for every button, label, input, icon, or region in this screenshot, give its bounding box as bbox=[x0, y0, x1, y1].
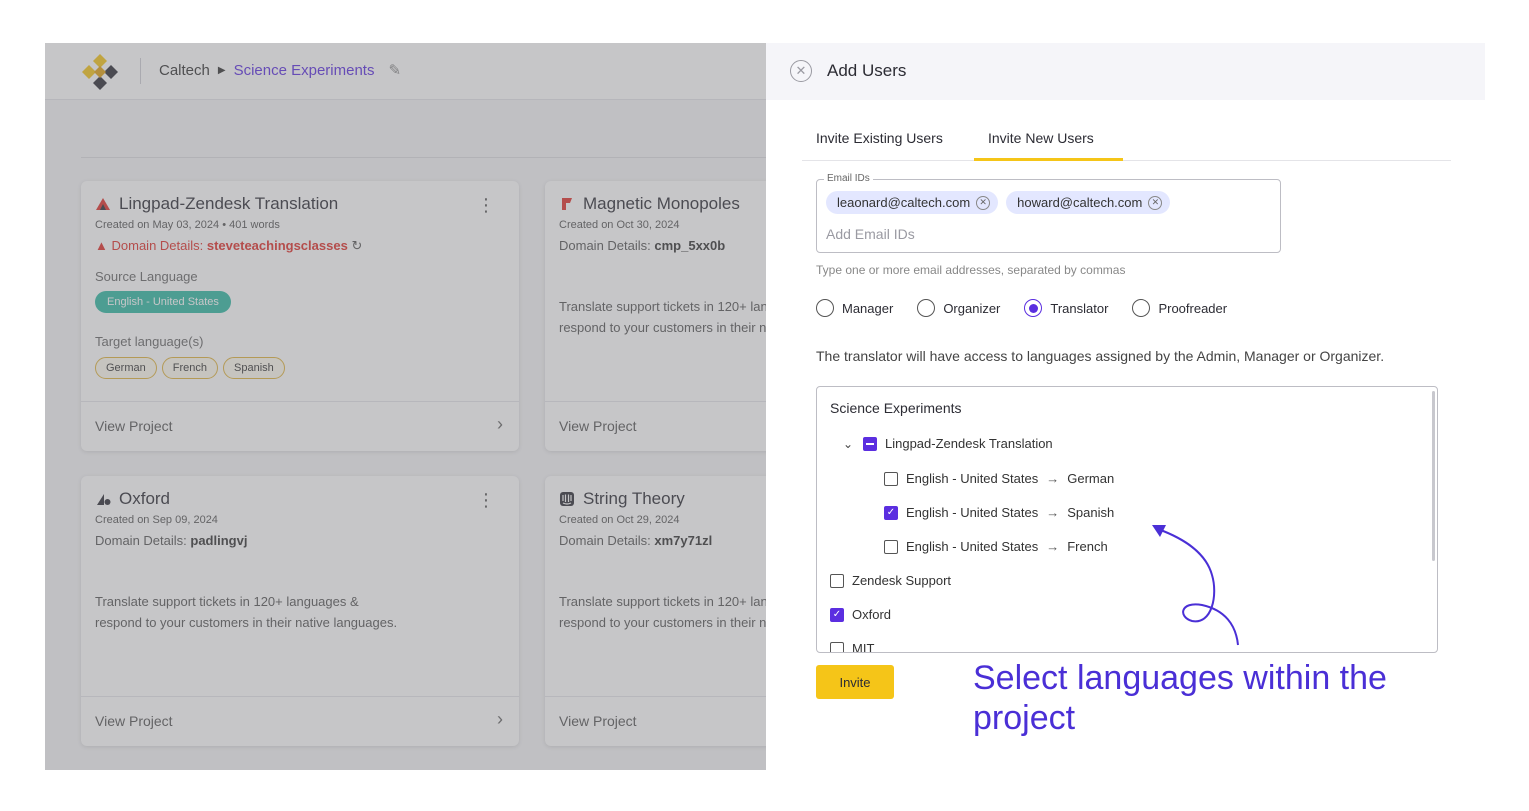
tree-project-row[interactable]: MIT bbox=[830, 641, 875, 653]
scrollbar[interactable] bbox=[1432, 391, 1435, 561]
role-radio-group: Manager Organizer Translator Proofreader bbox=[816, 299, 1251, 317]
remove-chip-icon[interactable]: ✕ bbox=[976, 195, 991, 210]
radio-button[interactable] bbox=[816, 299, 834, 317]
pair-source: English - United States bbox=[906, 505, 1039, 520]
tab-invite-existing-users[interactable]: Invite Existing Users bbox=[816, 130, 943, 158]
email-ids-field[interactable]: Email IDs leaonard@caltech.com ✕ howard@… bbox=[816, 173, 1281, 253]
drawer-header: ✕ Add Users bbox=[766, 43, 1485, 100]
email-ids-label: Email IDs bbox=[824, 173, 873, 184]
tree-pair-row[interactable]: ✓ English - United States → Spanish bbox=[884, 505, 1114, 520]
chevron-down-icon[interactable]: ⌄ bbox=[843, 437, 855, 451]
tree-pair-row[interactable]: English - United States → French bbox=[884, 539, 1108, 554]
tree-project-row[interactable]: ✓ Oxford bbox=[830, 607, 891, 622]
tab-invite-new-users[interactable]: Invite New Users bbox=[988, 130, 1094, 158]
pair-target: Spanish bbox=[1067, 505, 1115, 520]
checkbox[interactable] bbox=[884, 471, 898, 486]
drawer-title: Add Users bbox=[827, 61, 907, 80]
checkbox[interactable] bbox=[830, 641, 844, 652]
arrow-right-icon: → bbox=[1046, 505, 1060, 520]
email-input[interactable] bbox=[826, 224, 1266, 244]
pair-source: English - United States bbox=[906, 539, 1039, 554]
tree-root-title: Science Experiments bbox=[830, 400, 962, 416]
email-chip-text: leaonard@caltech.com bbox=[837, 195, 971, 210]
checkbox[interactable] bbox=[830, 573, 844, 588]
role-label: Manager bbox=[842, 300, 894, 316]
language-tree: Science Experiments ⌄ Lingpad-Zendesk Tr… bbox=[816, 386, 1438, 653]
invite-button[interactable]: Invite bbox=[816, 665, 894, 699]
radio-button[interactable] bbox=[917, 299, 936, 317]
checkbox-checked[interactable]: ✓ bbox=[830, 607, 844, 622]
role-organizer[interactable]: Organizer bbox=[917, 299, 1000, 317]
role-label: Translator bbox=[1050, 300, 1109, 316]
tree-project-label: MIT bbox=[852, 641, 875, 653]
active-tab-indicator bbox=[974, 158, 1123, 161]
annotation-arrow-icon bbox=[1152, 525, 1239, 646]
role-manager[interactable]: Manager bbox=[816, 299, 893, 317]
role-description: The translator will have access to langu… bbox=[816, 348, 1385, 364]
email-hint: Type one or more email addresses, separa… bbox=[816, 263, 1126, 277]
radio-button-selected[interactable] bbox=[1024, 299, 1043, 317]
tree-project-label: Lingpad-Zendesk Translation bbox=[885, 436, 1053, 451]
checkbox-partial[interactable] bbox=[863, 436, 877, 451]
tree-pair-row[interactable]: English - United States → German bbox=[884, 471, 1114, 486]
tree-project-row[interactable]: Zendesk Support bbox=[830, 573, 951, 588]
email-chip: howard@caltech.com ✕ bbox=[1006, 191, 1171, 214]
tree-project-row[interactable]: ⌄ Lingpad-Zendesk Translation bbox=[843, 436, 1053, 451]
email-chip: leaonard@caltech.com ✕ bbox=[826, 191, 999, 214]
annotation-caption: Select languages within the project bbox=[973, 659, 1387, 737]
pair-target: German bbox=[1067, 471, 1115, 486]
role-translator[interactable]: Translator bbox=[1024, 299, 1108, 317]
arrow-right-icon: → bbox=[1046, 539, 1060, 554]
email-chip-text: howard@caltech.com bbox=[1017, 195, 1143, 210]
tree-project-label: Oxford bbox=[852, 607, 892, 622]
checkbox[interactable] bbox=[884, 539, 898, 554]
pair-source: English - United States bbox=[906, 471, 1039, 486]
remove-chip-icon[interactable]: ✕ bbox=[1148, 195, 1163, 210]
close-icon[interactable]: ✕ bbox=[790, 60, 812, 82]
role-label: Proofreader bbox=[1158, 300, 1228, 316]
arrow-right-icon: → bbox=[1046, 471, 1060, 486]
tree-project-label: Zendesk Support bbox=[852, 573, 952, 588]
invite-tabs: Invite Existing Users Invite New Users bbox=[802, 123, 1451, 161]
radio-button[interactable] bbox=[1132, 299, 1151, 317]
email-chips: leaonard@caltech.com ✕ howard@caltech.co… bbox=[826, 191, 1171, 214]
checkbox-checked[interactable]: ✓ bbox=[884, 505, 898, 520]
role-proofreader[interactable]: Proofreader bbox=[1132, 299, 1227, 317]
role-label: Organizer bbox=[943, 300, 1001, 316]
pair-target: French bbox=[1067, 539, 1108, 554]
